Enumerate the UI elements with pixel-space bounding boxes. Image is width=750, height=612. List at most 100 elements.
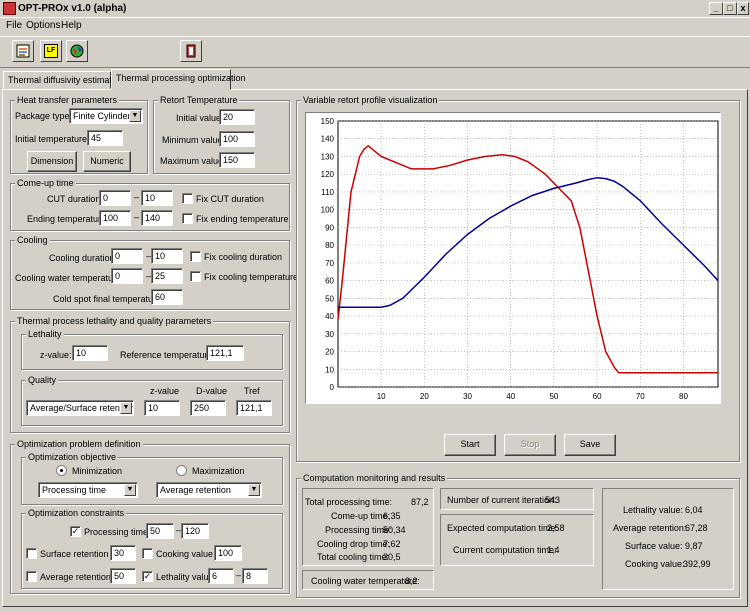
- numeric-button[interactable]: Numeric: [83, 151, 131, 172]
- ending-from-input[interactable]: 100: [99, 210, 131, 226]
- fix-cut-checkbox[interactable]: [182, 193, 193, 204]
- processing-time-result-label: Processing time:: [325, 525, 392, 535]
- come-up-time-label: Come-up time:: [331, 511, 391, 521]
- cooling-water-result-box: Cooling water temperature: 8,2: [302, 570, 434, 590]
- fix-cooling-duration-label: Fix cooling duration: [204, 252, 283, 262]
- stop-button[interactable]: Stop: [504, 434, 556, 456]
- fix-ending-label: Fix ending temperature: [196, 214, 289, 224]
- lethality-from-input[interactable]: 6: [208, 568, 234, 584]
- cooking-value-checkbox[interactable]: [142, 548, 153, 559]
- surface-value-label: Surface value:: [625, 541, 683, 551]
- retort-min-label: Minimum value:: [162, 135, 226, 145]
- lethality-group: Lethality z-value: 10 Reference temperat…: [21, 329, 283, 370]
- dimension-button[interactable]: Dimension: [27, 151, 77, 172]
- processing-time-to-input[interactable]: 120: [181, 523, 209, 539]
- initial-temp-label: Initial temperature:: [15, 134, 90, 144]
- cooling-title: Cooling: [15, 235, 50, 245]
- cut-from-input[interactable]: 0: [99, 190, 131, 206]
- quality-tref-input[interactable]: 121,1: [236, 400, 272, 416]
- cooling-duration-from-input[interactable]: 0: [111, 248, 143, 264]
- menu-file[interactable]: File: [6, 20, 22, 31]
- quality-z-label: z-value: [150, 386, 180, 396]
- globe-icon[interactable]: [66, 40, 88, 62]
- surface-retention-input[interactable]: 30: [110, 545, 136, 561]
- lf-icon[interactable]: LF: [40, 40, 62, 62]
- objective-group: Optimization objective Minimization Maxi…: [21, 452, 283, 505]
- menu-options[interactable]: Options: [26, 20, 60, 31]
- close-button[interactable]: x: [737, 2, 749, 15]
- cooling-water-to-input[interactable]: 25: [151, 268, 183, 284]
- y-tick-label: 10: [325, 365, 334, 374]
- x-tick-label: 50: [549, 392, 558, 401]
- maximize-select[interactable]: Average retention ▼: [156, 482, 262, 498]
- ending-to-input[interactable]: 140: [141, 210, 173, 226]
- chevron-down-icon: ▼: [124, 484, 136, 496]
- current-time-label: Current computation time:: [453, 545, 557, 555]
- quality-d-input[interactable]: 250: [190, 400, 226, 416]
- heat-transfer-group: Heat transfer parameters Package type: F…: [10, 95, 148, 174]
- package-type-select[interactable]: Finite Cylinder (c ▼: [69, 108, 143, 124]
- x-tick-label: 10: [377, 392, 386, 401]
- retort-max-input[interactable]: 150: [219, 152, 255, 168]
- exit-icon[interactable]: [180, 40, 202, 62]
- lethality-z-input[interactable]: 10: [72, 345, 108, 361]
- cold-spot-input[interactable]: 60: [151, 289, 183, 305]
- cooking-value-input[interactable]: 100: [214, 545, 242, 561]
- initial-temp-input[interactable]: 45: [87, 130, 123, 146]
- tab-thermal-processing[interactable]: Thermal processing optimization: [111, 69, 246, 90]
- processing-time-from-input[interactable]: 50: [146, 523, 174, 539]
- maximization-radio[interactable]: [176, 465, 187, 476]
- average-retention-label: Average retention >: [40, 572, 119, 582]
- time-results-box: Total processing time: 87,2 Come-up time…: [302, 488, 434, 566]
- surface-retention-checkbox[interactable]: [26, 548, 37, 559]
- window-title: OPT-PROx v1.0 (alpha): [18, 3, 127, 14]
- y-tick-label: 110: [321, 188, 334, 197]
- cut-to-input[interactable]: 10: [141, 190, 173, 206]
- menu-help[interactable]: Help: [61, 20, 82, 31]
- lethality-z-label: z-value:: [40, 350, 72, 360]
- retort-initial-input[interactable]: 20: [219, 109, 255, 125]
- cooling-water-result-label: Cooling water temperature:: [311, 576, 420, 586]
- quality-d-label: D-value: [196, 386, 228, 396]
- restore-button[interactable]: □: [723, 2, 737, 15]
- minimize-select-value: Processing time: [42, 485, 107, 495]
- report-icon[interactable]: [12, 40, 34, 62]
- lethality-value-checkbox[interactable]: ✓: [142, 571, 153, 582]
- cooling-duration-to-input[interactable]: 10: [151, 248, 183, 264]
- constraints-title: Optimization constraints: [26, 508, 127, 518]
- average-retention-input[interactable]: 50: [110, 568, 136, 584]
- lethality-to-input[interactable]: 8: [242, 568, 268, 584]
- fix-cut-label: Fix CUT duration: [196, 194, 264, 204]
- retort-min-input[interactable]: 100: [219, 131, 255, 147]
- iteration-label: Number of current iteration:: [447, 495, 557, 505]
- expected-time-label: Expected computation time:: [447, 523, 559, 533]
- minimize-button[interactable]: _: [709, 2, 723, 15]
- quality-select[interactable]: Average/Surface retention ▼: [26, 400, 134, 416]
- average-retention-checkbox[interactable]: [26, 571, 37, 582]
- reference-temp-input[interactable]: 121,1: [206, 345, 244, 361]
- minimization-radio[interactable]: [56, 465, 67, 476]
- come-up-group: Come-up time CUT duration: 0 – 10 Fix CU…: [10, 178, 290, 231]
- reference-temp-label: Reference temperature:: [120, 350, 216, 360]
- x-tick-label: 40: [506, 392, 515, 401]
- quality-z-input[interactable]: 10: [144, 400, 180, 416]
- fix-cooling-duration-checkbox[interactable]: [190, 251, 201, 262]
- y-tick-label: 100: [321, 206, 335, 215]
- total-processing-time-value: 87,2: [411, 497, 429, 507]
- cooling-drop-time-value: 7,62: [383, 539, 401, 549]
- plot-border: [337, 120, 719, 388]
- minimize-select[interactable]: Processing time ▼: [38, 482, 138, 498]
- start-button[interactable]: Start: [444, 434, 496, 456]
- processing-time-checkbox[interactable]: ✓: [70, 526, 81, 537]
- cooking-value-label: Cooking value <: [156, 549, 221, 559]
- y-tick-label: 140: [321, 135, 335, 144]
- cooling-water-label: Cooling water temperature:: [15, 273, 124, 283]
- quality-tref-label: Tref: [244, 386, 260, 396]
- fix-ending-checkbox[interactable]: [182, 213, 193, 224]
- average-retention-result-label: Average retention:: [613, 523, 687, 533]
- iteration-box: Number of current iteration: 543: [440, 488, 594, 510]
- fix-cooling-temp-checkbox[interactable]: [190, 271, 201, 282]
- save-button[interactable]: Save: [564, 434, 616, 456]
- cooling-water-from-input[interactable]: 0: [111, 268, 143, 284]
- tab-thermal-diffusivity[interactable]: Thermal diffusivity estimation: [3, 71, 124, 89]
